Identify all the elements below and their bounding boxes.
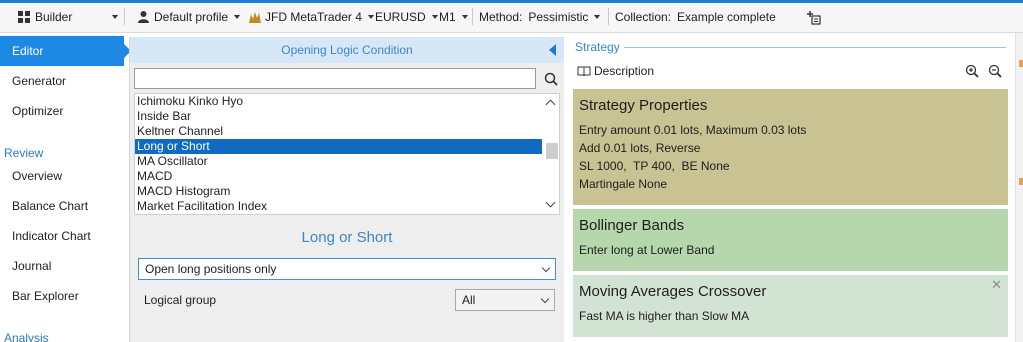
edge-marker [1019,178,1023,185]
scroll-up-icon[interactable] [545,99,556,110]
nav-section-review: Review [4,146,44,160]
card-line: Fast MA is higher than Slow MA [579,309,750,323]
list-item[interactable]: Ichimoku Kinko Hyo [135,94,542,109]
nav-journal[interactable]: Journal [0,251,124,281]
chevron-down-icon [431,15,438,19]
edge-marker [1019,60,1023,67]
strategy-properties-card[interactable]: Strategy Properties Entry amount 0.01 lo… [573,89,1008,205]
nav-optimizer[interactable]: Optimizer [0,96,124,126]
indicator-title: Long or Short [301,229,393,246]
chevron-down-icon [541,263,551,273]
toolbar-divider [124,8,125,25]
nav-editor[interactable]: Editor [0,36,131,66]
chevron-down-icon [461,15,468,19]
list-scrollbar[interactable] [543,94,559,214]
broker-dropdown[interactable]: JFD MetaTrader 4 [249,9,374,25]
list-item[interactable]: MA Oscillator [135,154,542,169]
profile-label: Default profile [154,10,229,24]
card-line: Enter long at Lower Band [579,243,715,257]
logic-condition-panel: Opening Logic Condition Ichimoku Kinko H… [129,37,564,342]
symbol-dropdown[interactable]: EURUSD [375,9,438,25]
condition-value: Open long positions only [145,262,277,276]
nav-generator[interactable]: Generator [0,66,124,96]
collection-label: Collection: [615,10,672,24]
toolbar-divider [608,8,609,25]
chevron-down-icon [594,15,601,19]
period-dropdown[interactable]: M1 [439,9,468,25]
profile-dropdown[interactable]: Default profile [138,9,241,25]
nav-overview[interactable]: Overview [0,161,124,191]
person-icon [138,11,149,23]
divider [624,47,1006,48]
toolbar-divider [472,8,473,25]
symbol-label: EURUSD [375,10,426,24]
left-navigation: Editor Generator Optimizer Review Overvi… [0,33,131,342]
builder-label: Builder [35,10,73,24]
indicator-search-input[interactable] [134,68,536,89]
add-to-collection-icon[interactable] [807,10,821,26]
moving-averages-card[interactable]: Moving Averages Crossover Fast MA is hig… [573,275,1008,337]
broker-icon [249,12,261,23]
panel-header: Opening Logic Condition [130,37,564,63]
chevron-down-icon [234,15,241,19]
bollinger-bands-card[interactable]: Bollinger Bands Enter long at Lower Band [573,209,1008,271]
broker-label: JFD MetaTrader 4 [265,10,362,24]
chevron-down-icon [112,15,119,19]
toolbar-accent-line [0,0,1023,3]
right-edge-panel [1015,33,1023,342]
list-item-selected[interactable]: Long or Short [135,139,542,154]
close-icon[interactable]: ✕ [991,277,1002,293]
card-title: Moving Averages Crossover [579,283,767,300]
strategy-panel: Strategy Description Strategy Properties… [564,37,1023,342]
nav-balance-chart[interactable]: Balance Chart [0,191,124,221]
period-label: M1 [439,10,456,24]
nav-indicator-chart[interactable]: Indicator Chart [0,221,124,251]
card-title: Strategy Properties [579,97,708,114]
top-toolbar: Builder Default profile JFD MetaTrader 4… [0,0,1023,33]
list-item[interactable]: Market Facilitation Index [135,199,542,214]
indicator-list: Ichimoku Kinko Hyo Inside Bar Keltner Ch… [134,93,560,215]
grid-icon [18,11,30,23]
card-line: Entry amount 0.01 lots, Maximum 0.03 lot… [579,123,807,137]
method-value: Pessimistic [528,10,589,24]
collection-selector[interactable]: Collection: Example complete [615,9,776,25]
scroll-down-icon[interactable] [545,197,556,208]
card-line: Martingale None [579,177,668,191]
condition-select[interactable]: Open long positions only [138,258,556,280]
description-label[interactable]: Description [594,64,654,78]
collapse-arrow-icon[interactable] [549,44,556,56]
list-item[interactable]: MACD [135,169,542,184]
search-icon[interactable] [544,72,558,86]
zoom-in-icon[interactable] [965,64,979,78]
method-label: Method: [479,10,523,24]
strategy-title: Strategy [575,40,620,54]
card-title: Bollinger Bands [579,217,685,234]
logical-group-select[interactable]: All [455,289,555,311]
book-icon [577,66,591,77]
card-line: Add 0.01 lots, Reverse [579,141,701,155]
builder-dropdown[interactable]: Builder [18,9,119,25]
chevron-down-icon [367,15,374,19]
logical-group-label: Logical group [144,293,217,307]
scroll-thumb[interactable] [546,143,558,159]
panel-title: Opening Logic Condition [281,43,413,57]
card-line: SL 1000, TP 400, BE None [579,159,730,173]
list-item[interactable]: Inside Bar [135,109,542,124]
method-dropdown[interactable]: Method: Pessimistic [479,9,601,25]
nav-section-analysis: Analysis [4,331,49,342]
chevron-down-icon [540,294,550,304]
logical-group-value: All [462,293,476,307]
list-item[interactable]: Keltner Channel [135,124,542,139]
nav-bar-explorer[interactable]: Bar Explorer [0,281,124,311]
collection-value: Example complete [677,10,776,24]
list-item[interactable]: MACD Histogram [135,184,542,199]
zoom-out-icon[interactable] [988,64,1002,78]
